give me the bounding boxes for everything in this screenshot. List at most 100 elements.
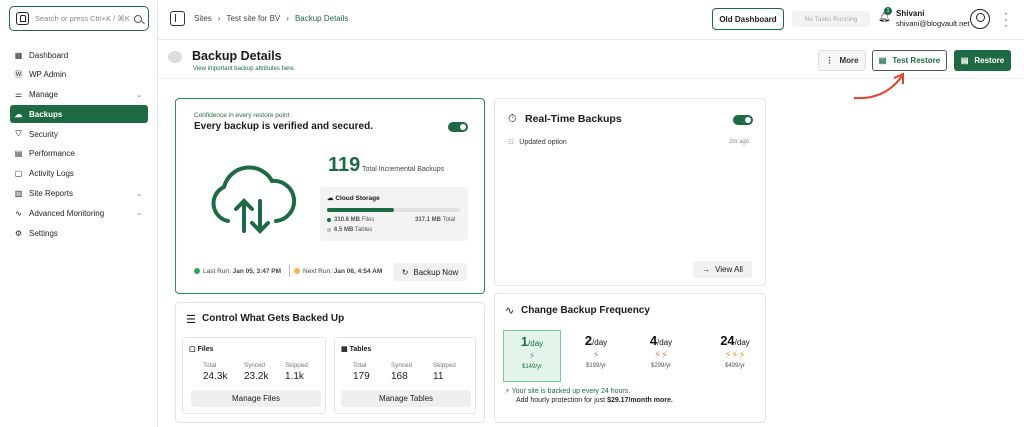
cloud-icon: ☁ (327, 195, 334, 202)
avatar[interactable] (970, 9, 990, 29)
control-title: Control What Gets Backed Up (202, 313, 345, 324)
files-size: 310.6 MB Files (327, 217, 374, 223)
breadcrumb-sites[interactable]: Sites (194, 14, 212, 23)
backup-now-label: Backup Now (413, 267, 459, 277)
files-title: ▢ Files (189, 346, 214, 353)
divider (289, 265, 290, 277)
sidebar-item-label: Advanced Monitoring (29, 208, 105, 218)
sliders-icon: ☰ (186, 314, 196, 326)
verification-card: Confidence in every restore point Every … (175, 98, 485, 294)
blogvault-logo-icon (16, 12, 29, 25)
sidebar-item-label: Performance (29, 149, 75, 159)
sidebar-item-activity-logs[interactable]: ▢ Activity Logs (10, 165, 148, 183)
manage-tables-button[interactable]: Manage Tables (341, 390, 471, 407)
realtime-backups-card: ⏱ Real-Time Backups ☷ Updated option 2m a… (494, 98, 766, 286)
chevron-down-icon: ⌄ (136, 190, 142, 198)
pending-dot (294, 268, 300, 274)
page-subtitle: View important backup attributes here. (193, 66, 296, 72)
pulse-icon: ∿ (505, 305, 515, 317)
frequency-option-4[interactable]: 4/day ⚡︎⚡︎ $299/yr (632, 330, 690, 382)
test-restore-button[interactable]: ▤ Test Restore (872, 50, 947, 71)
more-vertical-icon[interactable]: · · · (1004, 7, 1008, 31)
sidebar-item-wp-admin[interactable]: Ⓦ WP Admin (10, 66, 148, 84)
total-size: 317.1 MB Total (415, 217, 456, 223)
stopwatch-icon: ⏱ (508, 113, 517, 125)
bolt-icon: ⚡︎⚡︎ (653, 350, 669, 361)
tables-total: Total 179 (353, 362, 370, 382)
user-email: shivani@blogvault.net (896, 19, 970, 28)
bolt-icon: ⚡︎ (528, 351, 536, 362)
bolt-icon: ⚡︎⚡︎⚡︎ (724, 350, 746, 361)
manage-files-button[interactable]: Manage Files (191, 390, 321, 407)
sidebar-item-backups[interactable]: ☁ Backups (10, 105, 148, 124)
bolt-icon: ⚡︎ (592, 350, 600, 361)
restore-icon: ▤ (878, 56, 887, 65)
frequency-option-1[interactable]: 1/day ⚡︎ $149/yr (503, 330, 561, 382)
more-button[interactable]: ⋮ More (818, 50, 866, 71)
sidebar-item-label: Activity Logs (29, 169, 74, 179)
verify-kicker: Confidence in every restore point (194, 112, 290, 119)
breadcrumb-current: Backup Details (294, 14, 349, 23)
frequency-option-24[interactable]: 24/day ⚡︎⚡︎⚡︎ $499/yr (706, 330, 764, 382)
refresh-icon: ↻ (401, 267, 409, 277)
sidebar-item-label: Site Reports (29, 189, 74, 199)
verify-title: Every backup is verified and secured. (194, 121, 373, 132)
list-item: ☷ Updated option (508, 139, 567, 146)
sidebar-item-dashboard[interactable]: ▦ Dashboard (10, 46, 148, 64)
user-name: Shivani (896, 9, 925, 18)
tables-panel: ▦ Tables Total 179 Synced 168 Skipped 11 Ma… (334, 337, 476, 414)
document-icon: ▤ (14, 149, 23, 159)
storage-progress-fill (327, 208, 394, 212)
gear-icon: ⚙ (14, 228, 23, 238)
backup-count-label: Total Incremental Backups (362, 166, 445, 173)
page-title: Backup Details (192, 49, 282, 63)
cloud-sync-icon (211, 165, 296, 234)
chevron-right-icon: › (217, 14, 221, 23)
sidebar-item-settings[interactable]: ⚙ Settings (10, 224, 148, 242)
realtime-toggle[interactable] (733, 115, 753, 125)
sidebar-item-advanced-monitoring[interactable]: ∿ Advanced Monitoring ⌄ (10, 204, 148, 222)
upsell-text: Add hourly protection for just $29.17/mo… (516, 397, 673, 404)
view-all-button[interactable]: → View All (693, 261, 752, 278)
backup-now-button[interactable]: ↻ Backup Now (393, 263, 467, 281)
search-box[interactable]: Search or press Ctrl+K / ⌘K (9, 6, 149, 31)
frequency-title: Change Backup Frequency (521, 305, 650, 316)
arrow-right-icon: → (702, 265, 711, 274)
restore-button[interactable]: ▤ Restore (954, 50, 1011, 71)
bolt-icon: ⚡︎ (505, 388, 510, 395)
clipboard-icon: ▢ (14, 169, 23, 179)
verify-toggle[interactable] (448, 122, 468, 132)
sidebar: Search or press Ctrl+K / ⌘K ▦ Dashboard Ⓦ… (0, 0, 158, 427)
sidebar-item-label: Backups (29, 109, 63, 119)
file-icon: ▢ (189, 346, 196, 353)
user-info: Shivani shivani@blogvault.net (896, 9, 970, 29)
search-input[interactable]: Search or press Ctrl+K / ⌘K (35, 14, 130, 23)
cloud-icon: ☁ (14, 109, 23, 119)
list-icon: ☷ (508, 139, 515, 146)
search-icon (134, 14, 142, 23)
tables-synced: Synced 168 (391, 362, 413, 382)
sidebar-item-site-reports[interactable]: ▥ Site Reports ⌄ (10, 185, 148, 203)
top-bar: Sites › Test site for BV › Backup Details … (158, 0, 1024, 40)
tables-size: 6.5 MB Tables (327, 227, 372, 233)
sidebar-toggle-icon[interactable] (170, 11, 185, 26)
notification-count: 1 (884, 7, 892, 15)
sidebar-item-security[interactable]: ⛉ Security (10, 125, 148, 143)
sidebar-item-label: Dashboard (29, 50, 69, 60)
sidebar-item-performance[interactable]: ▤ Performance (10, 145, 148, 163)
sidebar-item-label: Settings (29, 228, 58, 238)
more-vertical-icon: ⋮ (825, 56, 834, 65)
restore-label: Restore (974, 56, 1005, 65)
sidebar-item-label: Manage (29, 90, 58, 100)
sidebar-item-manage[interactable]: ⚌ Manage ⌄ (10, 86, 148, 104)
tasks-status: No Tasks Running (792, 11, 870, 27)
frequency-option-2[interactable]: 2/day ⚡︎ $199/yr (567, 330, 625, 382)
test-restore-label: Test Restore (892, 56, 941, 65)
storage-progress (327, 208, 460, 212)
annotation-arrow (853, 72, 904, 100)
breadcrumb-site[interactable]: Test site for BV (226, 14, 280, 23)
bell-icon[interactable]: 🔔︎ 1 (878, 7, 892, 25)
files-skipped: Skipped 1.1k (285, 362, 308, 382)
old-dashboard-button[interactable]: Old Dashboard (712, 8, 784, 30)
report-icon: ▥ (14, 189, 23, 199)
